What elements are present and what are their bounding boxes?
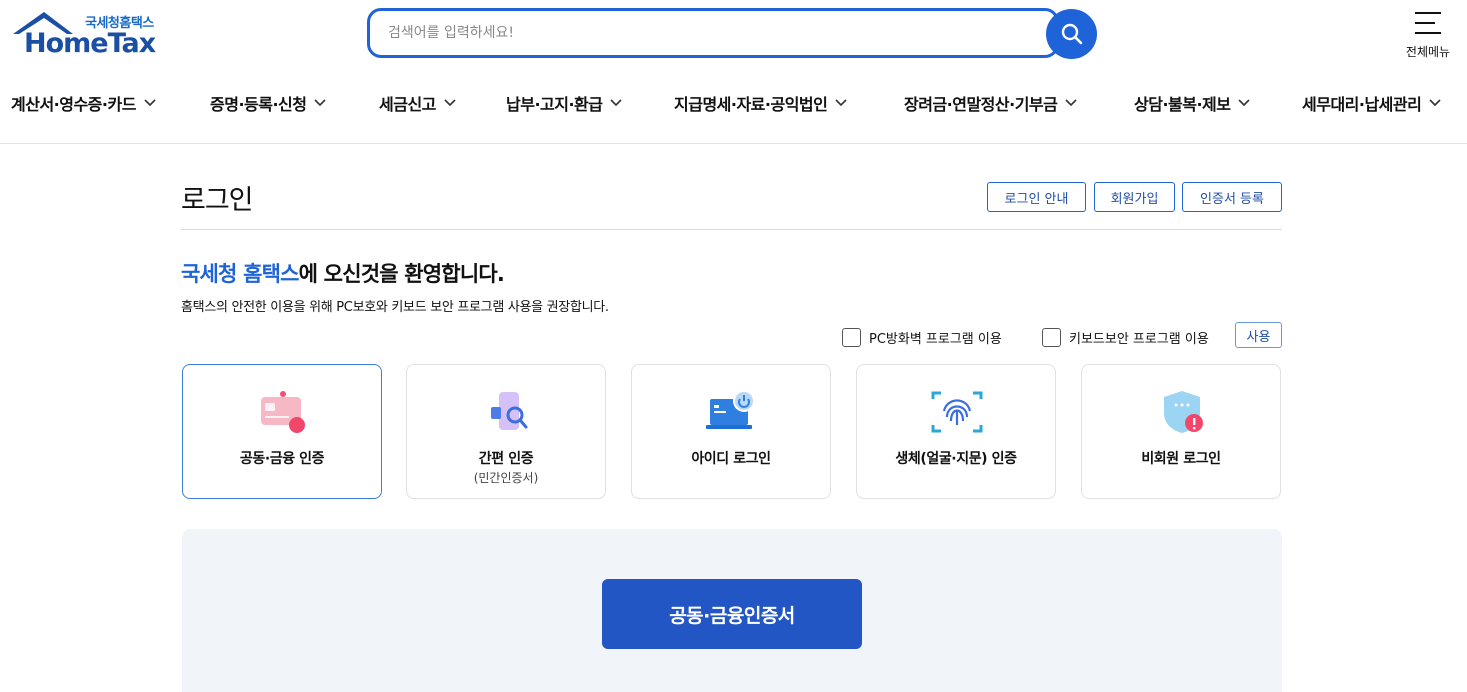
nav-item-label: 세무대리·납세관리 (1302, 95, 1422, 114)
keyboard-security-checkbox[interactable] (1042, 327, 1061, 347)
login-guide-button[interactable]: 로그인 안내 (987, 182, 1086, 212)
cert-register-button[interactable]: 인증서 등록 (1182, 182, 1282, 212)
signup-button[interactable]: 회원가입 (1094, 182, 1175, 212)
firewall-option[interactable]: PC방화벽 프로그램 이용 (842, 326, 1002, 348)
chevron-down-icon (1429, 99, 1441, 107)
login-method-label: 공동·금융 인증 (239, 451, 325, 467)
joint-cert-login-button[interactable]: 공동·금융인증서 (602, 579, 862, 649)
firewall-label: PC방화벽 프로그램 이용 (869, 331, 1002, 347)
firewall-checkbox[interactable] (842, 327, 861, 347)
login-method-label: 비회원 로그인 (1141, 451, 1221, 467)
nav-item-agent[interactable]: 세무대리·납세관리 (1302, 88, 1441, 118)
title-divider (181, 229, 1282, 230)
use-button[interactable]: 사용 (1235, 322, 1282, 348)
login-method-joint-cert[interactable]: 공동·금융 인증 (182, 364, 382, 499)
keyboard-security-label: 키보드보안 프로그램 이용 (1069, 331, 1209, 347)
login-method-guest[interactable]: 비회원 로그인 (1081, 364, 1281, 499)
login-method-sublabel: (민간인증서) (473, 471, 539, 485)
nav-item-payment[interactable]: 납부·고지·환급 (506, 88, 623, 118)
phone-search-icon (491, 392, 528, 430)
login-method-label: 간편 인증 (478, 451, 534, 467)
keyboard-security-option[interactable]: 키보드보안 프로그램 이용 (1042, 326, 1209, 348)
nav-item-label: 장려금·연말정산·기부금 (904, 95, 1058, 114)
nav-item-label: 납부·고지·환급 (506, 95, 603, 114)
security-notice: 홈택스의 안전한 이용을 위해 PC보호와 키보드 보안 프로그램 사용을 권장… (181, 300, 609, 315)
nav-item-label: 지급명세·자료·공익법인 (674, 95, 828, 114)
chevron-down-icon (444, 99, 456, 107)
nav-item-certificate[interactable]: 증명·등록·신청 (210, 88, 327, 118)
search-button[interactable] (1046, 9, 1097, 59)
login-method-id[interactable]: 아이디 로그인 (631, 364, 831, 499)
logo-title: HomeTax (24, 28, 156, 59)
laptop-power-icon (706, 390, 755, 429)
chevron-down-icon (314, 99, 327, 107)
welcome-accent: 국세청 홈택스 (181, 262, 299, 286)
nav-item-consult[interactable]: 상담·불복·제보 (1134, 88, 1251, 118)
fingerprint-icon (931, 391, 983, 433)
all-menu-button[interactable]: 전체메뉴 (1398, 8, 1458, 60)
chevron-down-icon (1238, 99, 1251, 107)
chevron-down-icon (144, 99, 156, 107)
nav-item-label: 세금신고 (379, 95, 436, 114)
search-input[interactable] (388, 21, 988, 45)
nav-item-label: 증명·등록·신청 (210, 95, 307, 114)
main-nav: 계산서·영수증·카드 증명·등록·신청 세금신고 납부·고지·환급 지급명세·자… (0, 88, 1467, 120)
nav-item-label: 계산서·영수증·카드 (11, 95, 136, 114)
login-method-label: 생체(얼굴·지문) 인증 (895, 451, 1017, 467)
search-box (367, 8, 1059, 58)
hamburger-icon (1415, 12, 1441, 34)
hometax-logo[interactable]: 국세청홈택스 HomeTax (11, 10, 163, 60)
chevron-down-icon (610, 99, 623, 107)
chevron-down-icon (835, 99, 847, 107)
card-icon (261, 391, 305, 433)
login-method-biometric[interactable]: 생체(얼굴·지문) 인증 (856, 364, 1056, 499)
nav-item-tax-return[interactable]: 세금신고 (379, 88, 456, 118)
chevron-down-icon (1065, 99, 1077, 107)
welcome-heading: 국세청 홈택스에 오신것을 환영합니다. (181, 258, 505, 288)
login-method-simple-cert[interactable]: 간편 인증 (민간인증서) (406, 364, 606, 499)
login-method-label: 아이디 로그인 (691, 451, 771, 467)
nav-item-statement[interactable]: 지급명세·자료·공익법인 (674, 88, 847, 118)
nav-item-invoice[interactable]: 계산서·영수증·카드 (11, 88, 156, 118)
welcome-text: 에 오신것을 환영합니다. (298, 262, 505, 286)
all-menu-label: 전체메뉴 (1405, 45, 1451, 59)
shield-icon (1164, 391, 1203, 433)
nav-item-incentive[interactable]: 장려금·연말정산·기부금 (904, 88, 1077, 118)
page-title: 로그인 (181, 185, 254, 216)
nav-item-label: 상담·불복·제보 (1134, 95, 1231, 114)
search-icon (1061, 23, 1082, 45)
site-header: 국세청홈택스 HomeTax 전체메뉴 계산서·영수증·카드 증명·등록·신청 … (0, 0, 1467, 144)
